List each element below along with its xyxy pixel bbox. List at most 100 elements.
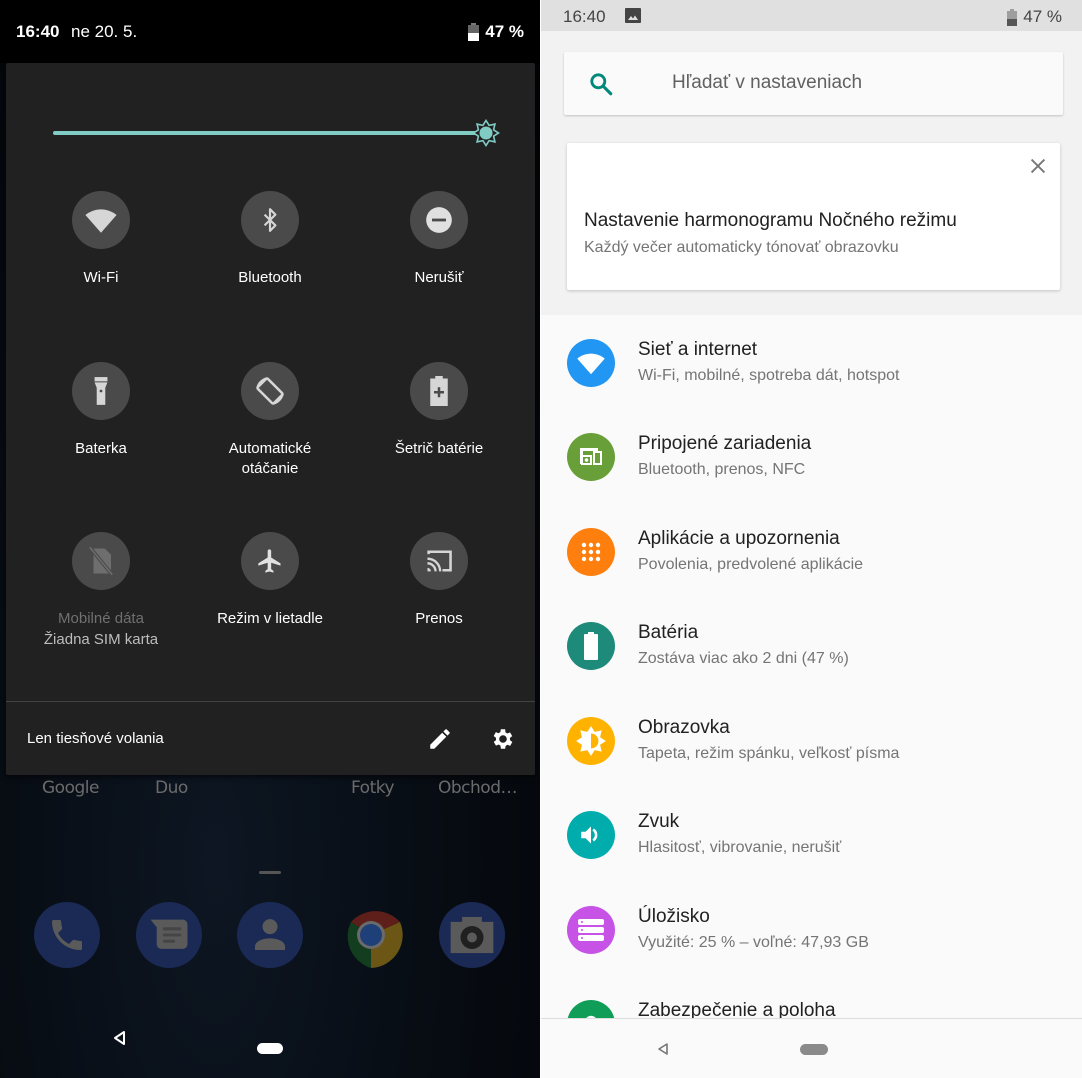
carrier-text: Len tiesňové volania (27, 730, 164, 747)
status-time: 16:40 (563, 7, 606, 26)
storage-icon (567, 906, 615, 954)
settings-list: Sieť a internet Wi-Fi, mobilné, spotreba… (541, 315, 1082, 1048)
image-notification-icon (625, 8, 641, 23)
home-button[interactable] (800, 1044, 828, 1055)
bluetooth-icon (263, 208, 277, 232)
phone-icon (52, 920, 82, 950)
camera-icon (450, 916, 494, 954)
tile-label-line1: Automatické (228, 440, 312, 457)
brightness-track[interactable] (53, 131, 483, 135)
tile-battery-saver-button[interactable] (410, 362, 468, 420)
item-title: Sieť a internet (638, 339, 758, 360)
tile-auto-rotate[interactable]: Automatické otáčanie (185, 362, 355, 479)
item-title: Aplikácie a upozornenia (638, 528, 840, 549)
brightness-slider[interactable] (53, 118, 503, 148)
messages-icon (150, 919, 188, 949)
tile-label: Baterka (75, 440, 127, 457)
item-title: Pripojené zariadenia (638, 433, 812, 454)
flashlight-icon (94, 377, 108, 405)
battery-percent: 47 % (485, 22, 524, 41)
app-label-duo[interactable]: Duo (155, 778, 188, 798)
item-subtitle: Bluetooth, prenos, NFC (638, 461, 806, 478)
battery-icon (468, 23, 480, 41)
tile-wifi[interactable]: Wi-Fi (16, 191, 186, 288)
tile-label: Bluetooth (238, 269, 302, 286)
tile-cast-button[interactable] (410, 532, 468, 590)
settings-item-apps[interactable]: Aplikácie a upozornenia Povolenia, predv… (541, 504, 1082, 598)
status-date: ne 20. 5. (71, 22, 138, 41)
navigation-bar (541, 1018, 1082, 1078)
home-button[interactable] (257, 1043, 283, 1054)
tile-auto-rotate-button[interactable] (241, 362, 299, 420)
quick-settings-panel: Wi-Fi Bluetooth Nerušiť Baterka Automati… (6, 63, 535, 775)
settings-item-connected-devices[interactable]: Pripojené zariadenia Bluetooth, prenos, … (541, 409, 1082, 503)
no-sim-icon (88, 546, 114, 576)
settings-item-display[interactable]: Obrazovka Tapeta, režim spánku, veľkosť … (541, 693, 1082, 787)
tile-label: Prenos (415, 610, 463, 627)
settings-item-sound[interactable]: Zvuk Hlasitosť, vibrovanie, nerušiť (541, 787, 1082, 881)
tile-do-not-disturb[interactable]: Nerušiť (354, 191, 524, 288)
chrome-icon (347, 911, 403, 968)
status-bar: 16:40 ne 20. 5. 47 % (0, 0, 540, 63)
airplane-icon (258, 549, 281, 573)
settings-item-storage[interactable]: Úložisko Využité: 25 % – voľné: 47,93 GB (541, 882, 1082, 976)
app-label-store[interactable]: Obchod… (438, 778, 518, 798)
tile-flashlight[interactable]: Baterka (16, 362, 186, 459)
night-light-suggestion-card[interactable]: Nastavenie harmonogramu Nočného režimu K… (567, 143, 1060, 290)
battery-saver-icon (430, 376, 448, 406)
left-phone-screen: 16:40 ne 20. 5. 47 % Wi-Fi Bluetooth Ner… (0, 0, 540, 1078)
qs-footer: Len tiesňové volania (6, 702, 535, 775)
item-title: Obrazovka (638, 717, 730, 738)
contacts-icon (255, 919, 285, 950)
tile-wifi-button[interactable] (72, 191, 130, 249)
devices-icon (567, 433, 615, 481)
dock-messages[interactable] (136, 902, 202, 968)
dock-phone[interactable] (34, 902, 100, 968)
tile-cast[interactable]: Prenos (354, 532, 524, 629)
tile-airplane-button[interactable] (241, 532, 299, 590)
tile-label: Šetrič batérie (394, 440, 484, 457)
item-title: Úložisko (638, 906, 710, 927)
tile-battery-saver[interactable]: Šetrič batérie (354, 362, 524, 459)
item-title: Batéria (638, 622, 699, 643)
auto-rotate-icon (256, 377, 284, 405)
apps-grid-icon (567, 528, 615, 576)
battery-icon (567, 622, 615, 670)
dock-camera[interactable] (439, 902, 505, 968)
tile-mobile-data[interactable]: Mobilné dáta Žiadna SIM karta (16, 532, 186, 650)
back-button-icon[interactable] (657, 1042, 669, 1056)
back-button-icon[interactable] (113, 1030, 127, 1046)
app-drawer-handle[interactable] (259, 871, 281, 874)
brightness-icon (567, 717, 615, 765)
volume-icon (567, 811, 615, 859)
item-subtitle: Využité: 25 % – voľné: 47,93 GB (638, 934, 869, 951)
tile-dnd-button[interactable] (410, 191, 468, 249)
status-bar: 16:40 47 % (541, 0, 1082, 31)
tile-mobile-data-button[interactable] (72, 532, 130, 590)
do-not-disturb-icon (426, 207, 452, 233)
item-subtitle: Hlasitosť, vibrovanie, nerušiť (638, 839, 842, 856)
app-label-photos[interactable]: Fotky (351, 778, 395, 798)
settings-item-network[interactable]: Sieť a internet Wi-Fi, mobilné, spotreba… (541, 315, 1082, 409)
tile-bluetooth-button[interactable] (241, 191, 299, 249)
close-icon[interactable] (1027, 155, 1049, 177)
app-label-google[interactable]: Google (42, 778, 99, 798)
tile-sublabel: Žiadna SIM karta (43, 631, 159, 648)
search-icon (590, 73, 613, 96)
settings-item-battery[interactable]: Batéria Zostáva viac ako 2 dni (47 %) (541, 598, 1082, 692)
tile-label: Automatické otáčanie (185, 439, 355, 479)
tile-airplane-mode[interactable]: Režim v lietadle (185, 532, 355, 629)
settings-search-bar[interactable]: Hľadať v nastaveniach (564, 52, 1063, 115)
search-placeholder: Hľadať v nastaveniach (672, 72, 863, 93)
right-phone-screen: 16:40 47 % Hľadať v nastaveniach Nastave… (541, 0, 1082, 1078)
tile-flashlight-button[interactable] (72, 362, 130, 420)
tile-label: Mobilné dáta (58, 610, 144, 627)
dock-chrome[interactable] (338, 902, 404, 968)
gear-icon[interactable] (490, 726, 516, 752)
battery-percent: 47 % (1023, 7, 1062, 26)
dock-contacts[interactable] (237, 902, 303, 968)
pencil-icon[interactable] (427, 726, 453, 752)
battery-icon (1007, 8, 1018, 26)
tile-bluetooth[interactable]: Bluetooth (185, 191, 355, 288)
brightness-thumb-icon[interactable] (471, 118, 501, 148)
